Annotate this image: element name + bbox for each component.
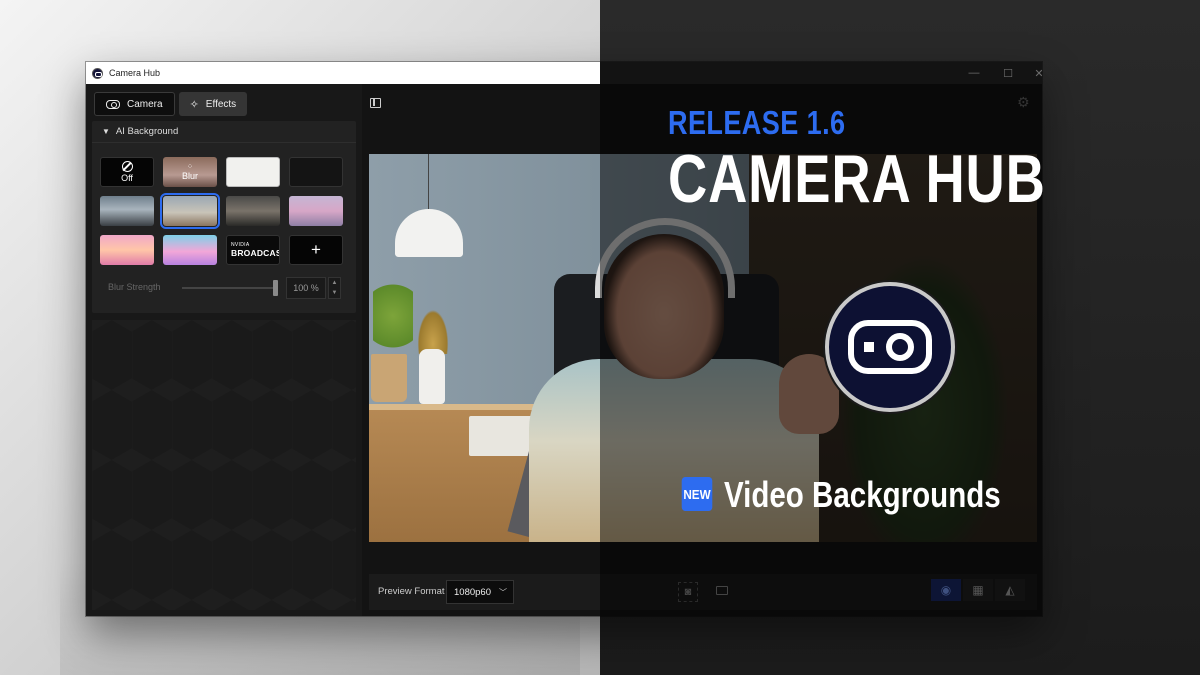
broadcast-label: BROADCAST	[231, 248, 279, 258]
big-logo-dot	[864, 342, 874, 352]
tile-off-label: Off	[121, 173, 133, 183]
preview-plant	[373, 284, 413, 364]
minimize-button[interactable]: —	[957, 62, 991, 84]
release-version: RELEASE 1.6	[668, 104, 846, 141]
blur-strength-label: Blur Strength	[108, 282, 161, 292]
background-tile-animated-1[interactable]	[100, 235, 154, 265]
blur-strength-stepper[interactable]: ▲ ▼	[328, 277, 341, 299]
preview-format-label: Preview Format	[378, 586, 445, 597]
background-tile-nvidia-broadcast[interactable]: NVIDIA BROADCAST	[226, 235, 280, 265]
preview-format-select[interactable]: 1080p60 ﹀	[446, 580, 514, 604]
camera-hub-logo-icon	[92, 67, 103, 79]
background-tile-off[interactable]: Off	[100, 157, 154, 187]
title-bar: Camera Hub — ☐ ✕	[86, 62, 1042, 84]
blur-strength-slider-thumb[interactable]	[273, 280, 278, 296]
preview-toolbar: Preview Format 1080p60 ﹀ ◙ ◉ ▦ ◭	[369, 574, 1037, 610]
left-panel: Camera ✧ Effects ▼ AI Background Off ⁘ B…	[86, 84, 362, 616]
snapshot-camera-icon[interactable]: ◙	[678, 582, 698, 602]
blur-strength-row: Blur Strength 100 % ▲ ▼	[104, 277, 348, 299]
toggle-panel-icon[interactable]	[370, 98, 381, 108]
background-tile-room-1[interactable]	[100, 196, 154, 226]
background-tile-dark[interactable]	[289, 157, 343, 187]
background-tile-animated-2[interactable]	[163, 235, 217, 265]
tab-effects[interactable]: ✧ Effects	[178, 92, 248, 116]
maximize-button[interactable]: ☐	[991, 62, 1025, 84]
preview-person-head	[604, 234, 724, 379]
blur-strength-value[interactable]: 100 %	[286, 277, 326, 299]
background-tile-room-3[interactable]	[226, 196, 280, 226]
background-grid: Off ⁘ Blur NVIDIA BROADCAST +	[100, 157, 343, 265]
folder-icon[interactable]	[716, 586, 728, 595]
off-icon	[121, 161, 133, 172]
collapse-triangle-icon: ▼	[102, 127, 110, 136]
ai-background-header[interactable]: ▼ AI Background	[92, 121, 356, 143]
mirror-view-button[interactable]: ◭	[995, 579, 1025, 601]
stepper-up-icon[interactable]: ▲	[329, 278, 340, 288]
background-tile-room-4[interactable]	[289, 196, 343, 226]
tile-blur-label: Blur	[181, 171, 198, 181]
blur-dots-icon: ⁘	[186, 162, 194, 171]
blur-strength-slider-track[interactable]	[182, 287, 278, 289]
stepper-down-icon[interactable]: ▼	[329, 288, 340, 298]
grid-view-button[interactable]: ▦	[963, 579, 993, 601]
eye-view-button[interactable]: ◉	[931, 579, 961, 601]
preview-vase	[419, 349, 445, 404]
preview-format-value: 1080p60	[454, 586, 491, 598]
tab-camera[interactable]: Camera	[94, 92, 175, 116]
tab-camera-label: Camera	[127, 98, 163, 110]
left-panel-pattern	[92, 320, 356, 610]
magic-wand-icon: ✧	[189, 98, 199, 111]
ai-background-title: AI Background	[115, 126, 179, 137]
tab-bar: Camera ✧ Effects	[94, 92, 248, 116]
camera-hub-big-logo-icon	[825, 282, 955, 412]
promo-feature: Video Backgrounds	[724, 474, 1001, 515]
chevron-down-icon: ﹀	[498, 587, 507, 597]
title-bar-right: — ☐ ✕	[600, 62, 1042, 84]
preview-pot	[371, 354, 407, 402]
title-bar-left: Camera Hub	[86, 62, 600, 84]
camera-icon	[106, 99, 120, 109]
background-tile-room-2-selected[interactable]	[160, 193, 220, 229]
preview-dried-grass	[415, 304, 451, 354]
new-badge: NEW	[681, 477, 713, 511]
big-logo-camera	[848, 320, 932, 374]
add-background-button[interactable]: +	[289, 235, 343, 265]
tab-effects-label: Effects	[205, 98, 237, 110]
window-title: Camera Hub	[109, 68, 161, 78]
promo-headline: CAMERA HUB	[668, 141, 1046, 217]
close-button[interactable]: ✕	[1022, 62, 1042, 84]
big-logo-lens	[886, 333, 914, 361]
settings-gear-icon[interactable]: ⚙	[1017, 94, 1030, 111]
background-tile-white[interactable]	[226, 157, 280, 187]
preview-lamp-cord	[428, 154, 429, 209]
ai-background-section: ▼ AI Background Off ⁘ Blur NVIDIA BROADC…	[92, 121, 356, 313]
background-tile-blur[interactable]: ⁘ Blur	[163, 157, 217, 187]
